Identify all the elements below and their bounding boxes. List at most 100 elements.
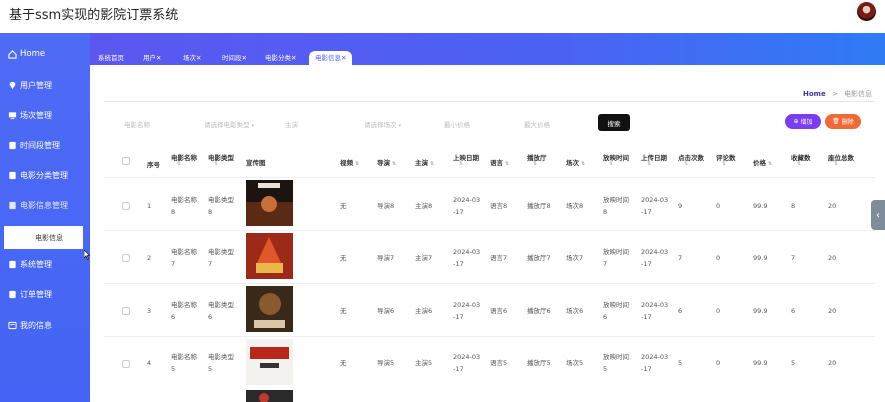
- cell-favorites: 6: [791, 307, 796, 315]
- header-price[interactable]: 价格 ⇅: [753, 157, 772, 167]
- collapse-handle[interactable]: ‹: [871, 200, 885, 230]
- sort-icon[interactable]: ⇅: [647, 161, 651, 167]
- poster-image[interactable]: [246, 390, 293, 402]
- poster-image[interactable]: [246, 339, 293, 385]
- cell-session: 场次6: [566, 307, 584, 315]
- tab-movie-info[interactable]: 电影信息✕: [309, 51, 353, 65]
- sidebar-subitem-movie-info[interactable]: 电影信息: [4, 226, 83, 249]
- cell-actor: 主演8: [415, 202, 433, 210]
- cell-release-date: 2024-03 -17: [453, 353, 481, 373]
- clipboard-icon: [8, 171, 17, 180]
- sidebar-item-users[interactable]: 用户管理: [8, 77, 52, 93]
- cell-clicks: 6: [678, 307, 683, 315]
- row-divider: [104, 283, 875, 284]
- sidebar-item-orders[interactable]: 订单管理: [8, 286, 52, 302]
- sidebar-item-system[interactable]: 系统管理: [8, 256, 52, 272]
- header-seats[interactable]: 座位总数: [828, 152, 854, 162]
- header-release-date[interactable]: 上映日期: [453, 152, 479, 162]
- cell-favorites: 5: [791, 359, 796, 367]
- poster-image[interactable]: [246, 286, 293, 332]
- select-all-checkbox[interactable]: [122, 157, 130, 165]
- row-checkbox[interactable]: [122, 307, 130, 315]
- movie-type-select-placeholder: 请选择电影类型: [204, 121, 250, 129]
- cell-upload-date: 2024-03 -17: [641, 301, 669, 321]
- header-language-label: 语言: [490, 159, 503, 167]
- sidebar-item-home[interactable]: Home: [8, 46, 45, 62]
- min-price-input[interactable]: 最小价格: [444, 119, 470, 129]
- search-button[interactable]: 搜索: [598, 114, 630, 131]
- sidebar-item-categories[interactable]: 电影分类管理: [8, 167, 68, 183]
- cell-clicks: 5: [678, 359, 683, 367]
- cell-video: 无: [340, 307, 347, 315]
- cell-name: 电影名称 8: [171, 196, 197, 216]
- sort-icon[interactable]: ⇅: [797, 161, 801, 167]
- cell-showtime: 放映时间 5: [603, 353, 629, 373]
- header-video[interactable]: 视频 ⇅: [340, 157, 359, 167]
- sidebar-item-label: 用户管理: [20, 80, 52, 90]
- header-showtime[interactable]: 放映时间: [603, 152, 629, 162]
- session-select[interactable]: 请选择场次 ▾: [364, 119, 401, 129]
- cell-actor: 主演6: [415, 307, 433, 315]
- tab-users[interactable]: 用户✕: [143, 52, 161, 64]
- sort-icon[interactable]: ⇅: [533, 161, 537, 167]
- cell-price: 99.9: [753, 254, 768, 262]
- sidebar-item-label: 电影信息管理: [20, 200, 68, 210]
- sort-icon[interactable]: ⇅: [722, 161, 726, 167]
- movie-type-select[interactable]: 请选择电影类型 ▾: [204, 119, 254, 129]
- poster-image[interactable]: [246, 180, 293, 226]
- poster-image[interactable]: [246, 233, 293, 279]
- row-divider: [104, 336, 875, 337]
- header-actor[interactable]: 主演 ⇅: [415, 157, 434, 167]
- cell-release-date: 2024-03 -17: [453, 196, 481, 216]
- row-checkbox[interactable]: [122, 254, 130, 262]
- header-clicks[interactable]: 点击次数: [678, 152, 704, 162]
- sidebar-item-timeslots[interactable]: 时间段管理: [8, 137, 60, 153]
- add-button-label: 增加: [800, 119, 813, 126]
- add-button[interactable]: ⊕ 增加: [785, 114, 821, 129]
- breadcrumb-home[interactable]: Home: [803, 90, 826, 98]
- cell-upload-date: 2024-03 -17: [641, 248, 669, 268]
- session-select-placeholder: 请选择场次: [364, 121, 397, 129]
- sort-icon[interactable]: ⇅: [177, 161, 181, 167]
- sort-icon: ⇅: [505, 161, 510, 167]
- divider: [104, 101, 875, 102]
- avatar[interactable]: [857, 2, 876, 21]
- row-checkbox[interactable]: [122, 360, 130, 368]
- sidebar-item-sessions[interactable]: 场次管理: [8, 107, 52, 123]
- movie-name-input[interactable]: 电影名称: [124, 119, 150, 129]
- header-upload-date[interactable]: 上传日期: [641, 152, 667, 162]
- tab-categories[interactable]: 电影分类✕: [265, 52, 296, 64]
- sidebar-item-movies[interactable]: 电影信息管理: [8, 197, 68, 213]
- header-director[interactable]: 导演 ⇅: [377, 157, 396, 167]
- header-session[interactable]: 场次 ⇅: [566, 157, 585, 167]
- sort-icon[interactable]: ⇅: [214, 161, 218, 167]
- cell-name: 电影名称 6: [171, 301, 197, 321]
- cell-favorites: 8: [791, 202, 796, 210]
- cell-name: 电影名称 7: [171, 248, 197, 268]
- row-checkbox[interactable]: [122, 202, 130, 210]
- home-icon: [8, 49, 17, 59]
- tab-sessions[interactable]: 场次✕: [183, 52, 201, 64]
- cell-showtime: 放映时间 6: [603, 301, 629, 321]
- sort-icon[interactable]: ⇅: [609, 161, 613, 167]
- cell-clicks: 7: [678, 254, 683, 262]
- card-icon: [8, 321, 17, 330]
- actor-input[interactable]: 主演: [285, 119, 298, 129]
- max-price-input[interactable]: 最大价格: [524, 119, 550, 129]
- header-name[interactable]: 电影名称: [171, 152, 197, 162]
- tab-timeslots[interactable]: 时间段✕: [222, 52, 247, 64]
- tab-home[interactable]: 系统首页: [98, 52, 124, 64]
- sidebar: Home 用户管理 场次管理 时间段管理 电影分类管理 电影信息管理 系统管理 …: [0, 33, 90, 402]
- delete-button[interactable]: 🗑 删除: [825, 114, 861, 129]
- cell-price: 99.9: [753, 307, 768, 315]
- cell-session: 场次5: [566, 359, 584, 367]
- sidebar-item-label: Home: [20, 49, 46, 59]
- sort-icon[interactable]: ⇅: [834, 161, 838, 167]
- delete-button-label: 删除: [841, 119, 854, 126]
- header-type[interactable]: 电影类型: [208, 152, 234, 162]
- sort-icon[interactable]: ⇅: [459, 161, 463, 167]
- header-language[interactable]: 语言 ⇅: [490, 157, 509, 167]
- sidebar-item-label: 场次管理: [20, 110, 52, 120]
- sidebar-item-profile[interactable]: 我的信息: [8, 317, 52, 333]
- sort-icon[interactable]: ⇅: [684, 161, 688, 167]
